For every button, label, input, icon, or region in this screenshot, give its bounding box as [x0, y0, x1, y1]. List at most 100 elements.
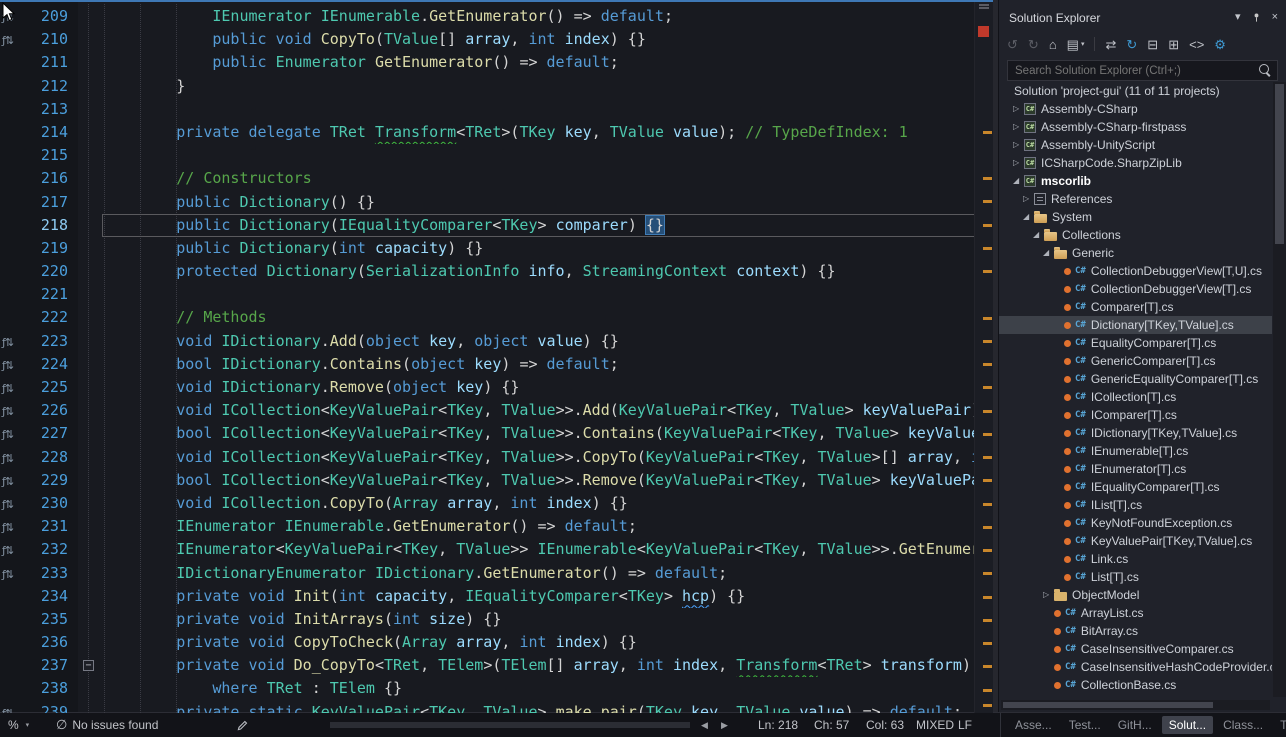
code-line[interactable]: ƒ⇅229 bool ICollection<KeyValuePair<TKey… — [0, 469, 993, 492]
code-text[interactable]: IEnumerator<KeyValuePair<TKey, TValue>> … — [102, 538, 993, 561]
implements-indicator-icon[interactable]: ƒ⇅ — [2, 452, 13, 465]
line-number[interactable]: 217 — [24, 191, 78, 214]
pen-icon[interactable] — [237, 713, 248, 737]
folding-margin[interactable] — [78, 562, 102, 585]
scrollbar-thumb[interactable] — [1275, 84, 1284, 244]
folding-margin[interactable] — [78, 631, 102, 654]
implements-indicator-icon[interactable]: ƒ⇅ — [2, 428, 13, 441]
tree-item[interactable]: ▷C#ICSharpCode.SharpZipLib — [999, 154, 1272, 172]
glyph-margin[interactable]: ƒ⇅ — [0, 538, 24, 561]
fold-collapse-icon[interactable]: − — [83, 660, 94, 671]
code-line[interactable]: ƒ⇅233 IDictionaryEnumerator IDictionary.… — [0, 562, 993, 585]
code-line[interactable]: 215 — [0, 144, 993, 167]
code-text[interactable]: void IDictionary.Add(object key, object … — [102, 330, 993, 353]
line-number[interactable]: 235 — [24, 608, 78, 631]
folding-margin[interactable] — [78, 75, 102, 98]
switch-views-icon[interactable]: ▤▾ — [1067, 38, 1085, 51]
tree-item[interactable]: C#IComparer[T].cs — [999, 406, 1272, 424]
code-text[interactable]: void ICollection<KeyValuePair<TKey, TVal… — [102, 446, 993, 469]
line-ending-indicator[interactable]: MIXED — [916, 713, 954, 737]
glyph-margin[interactable] — [0, 237, 24, 260]
horizontal-scrollbar-thumb[interactable] — [330, 722, 690, 728]
line-number[interactable]: 228 — [24, 446, 78, 469]
collapsed-arrow-icon[interactable]: ▷ — [1013, 159, 1024, 167]
view-code-icon[interactable]: <> — [1189, 38, 1204, 51]
line-number[interactable]: 214 — [24, 121, 78, 144]
glyph-margin[interactable] — [0, 167, 24, 190]
tree-horizontal-scrollbar[interactable] — [1001, 700, 1270, 710]
code-line[interactable]: 218 public Dictionary(IEqualityComparer<… — [0, 214, 993, 237]
code-text[interactable] — [102, 98, 993, 121]
code-line[interactable]: 214 private delegate TRet Transform<TRet… — [0, 121, 993, 144]
folding-margin[interactable] — [78, 422, 102, 445]
glyph-margin[interactable] — [0, 121, 24, 144]
code-text[interactable]: void ICollection.CopyTo(Array array, int… — [102, 492, 993, 515]
code-line[interactable]: ƒ⇅230 void ICollection.CopyTo(Array arra… — [0, 492, 993, 515]
code-text[interactable]: public Dictionary(IEqualityComparer<TKey… — [102, 214, 993, 237]
folding-margin[interactable] — [78, 260, 102, 283]
line-number[interactable]: 216 — [24, 167, 78, 190]
code-line[interactable]: ƒ⇅239 private static KeyValuePair<TKey, … — [0, 701, 993, 713]
glyph-margin[interactable]: ƒ⇅ — [0, 701, 24, 713]
glyph-margin[interactable] — [0, 98, 24, 121]
code-text[interactable] — [102, 283, 993, 306]
tree-item[interactable]: ▷C#Assembly-CSharp — [999, 100, 1272, 118]
folding-margin[interactable] — [78, 144, 102, 167]
folding-margin[interactable] — [78, 330, 102, 353]
line-number[interactable]: 213 — [24, 98, 78, 121]
line-number[interactable]: 230 — [24, 492, 78, 515]
folding-margin[interactable] — [78, 98, 102, 121]
back-icon[interactable]: ↺ — [1007, 38, 1018, 51]
tree-item[interactable]: ◢Collections — [999, 226, 1272, 244]
home-icon[interactable]: ⌂ — [1049, 38, 1057, 51]
code-line[interactable]: 221 — [0, 283, 993, 306]
bottom-tab[interactable]: Solut... — [1162, 716, 1213, 734]
character-indicator[interactable]: Ch: 57 — [814, 713, 849, 737]
code-line[interactable]: ƒ⇅224 bool IDictionary.Contains(object k… — [0, 353, 993, 376]
folding-margin[interactable] — [78, 608, 102, 631]
folding-margin[interactable] — [78, 469, 102, 492]
glyph-margin[interactable]: ƒ⇅ — [0, 492, 24, 515]
folding-margin[interactable] — [78, 51, 102, 74]
glyph-margin[interactable] — [0, 585, 24, 608]
folding-margin[interactable] — [78, 167, 102, 190]
bottom-tab[interactable]: Tea... — [1273, 716, 1286, 734]
code-line[interactable]: 235 private void InitArrays(int size) {} — [0, 608, 993, 631]
tree-item[interactable]: C#CaseInsensitiveComparer.cs — [999, 640, 1272, 658]
code-text[interactable] — [102, 144, 993, 167]
glyph-margin[interactable] — [0, 631, 24, 654]
collapsed-arrow-icon[interactable]: ▷ — [1013, 123, 1024, 131]
line-number[interactable]: 225 — [24, 376, 78, 399]
code-line[interactable]: ƒ⇅226 void ICollection<KeyValuePair<TKey… — [0, 399, 993, 422]
folding-margin[interactable] — [78, 515, 102, 538]
glyph-margin[interactable] — [0, 608, 24, 631]
code-text[interactable]: private void CopyToCheck(Array array, in… — [102, 631, 993, 654]
folding-margin[interactable] — [78, 446, 102, 469]
solution-tree[interactable]: Solution 'project-gui' (11 of 11 project… — [999, 82, 1272, 697]
show-all-files-icon[interactable]: ⊞ — [1168, 38, 1179, 51]
tree-item[interactable]: Solution 'project-gui' (11 of 11 project… — [999, 82, 1272, 100]
code-text[interactable]: public Enumerator GetEnumerator() => def… — [102, 51, 993, 74]
bottom-tab[interactable]: Asse... — [1008, 716, 1059, 734]
code-text[interactable]: // Constructors — [102, 167, 993, 190]
line-number[interactable]: 219 — [24, 237, 78, 260]
line-number[interactable]: 236 — [24, 631, 78, 654]
line-number[interactable]: 234 — [24, 585, 78, 608]
glyph-margin[interactable]: ƒ⇅ — [0, 399, 24, 422]
line-number[interactable]: 232 — [24, 538, 78, 561]
glyph-margin[interactable] — [0, 283, 24, 306]
implements-indicator-icon[interactable]: ƒ⇅ — [2, 521, 13, 534]
implements-indicator-icon[interactable]: ƒ⇅ — [2, 568, 13, 581]
scroll-left-arrow[interactable]: ◀ — [701, 713, 708, 737]
glyph-margin[interactable]: ƒ⇅ — [0, 376, 24, 399]
code-line[interactable]: ƒ⇅231 IEnumerator IEnumerable.GetEnumera… — [0, 515, 993, 538]
search-icon[interactable] — [1259, 64, 1269, 74]
code-text[interactable]: bool ICollection<KeyValuePair<TKey, TVal… — [102, 422, 993, 445]
search-box[interactable] — [1007, 60, 1278, 81]
line-number[interactable]: 215 — [24, 144, 78, 167]
issues-indicator[interactable]: ∅ No issues found — [56, 713, 158, 737]
glyph-margin[interactable] — [0, 191, 24, 214]
folding-margin[interactable] — [78, 283, 102, 306]
code-line[interactable]: ƒ⇅223 void IDictionary.Add(object key, o… — [0, 330, 993, 353]
folding-margin[interactable] — [78, 214, 102, 237]
